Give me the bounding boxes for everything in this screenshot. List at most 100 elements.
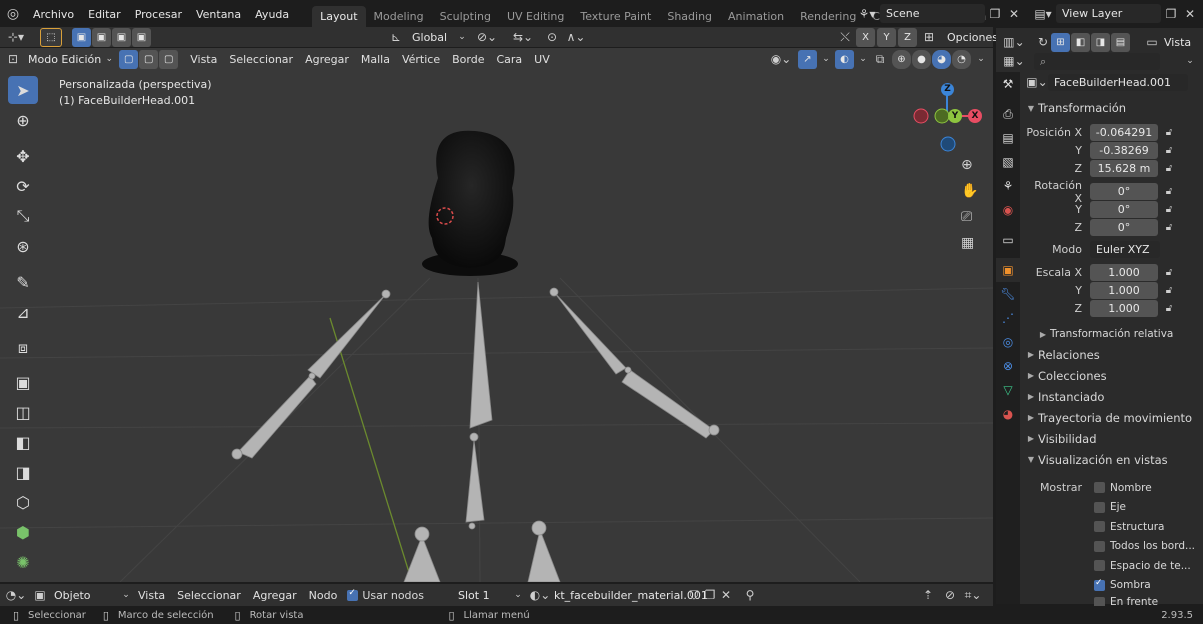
- modifier-tab-icon[interactable]: 🔧︎: [996, 282, 1020, 306]
- lock-icon[interactable]: 🔓︎: [1162, 285, 1176, 296]
- layout-2-icon[interactable]: ◧: [1071, 32, 1090, 52]
- menu-cara[interactable]: Cara: [490, 53, 528, 66]
- auto-merge-icon[interactable]: ⊞: [919, 30, 939, 44]
- material-name-field[interactable]: kt_facebuilder_material.001: [552, 586, 708, 605]
- rendered-shading-icon[interactable]: ◔: [952, 49, 971, 69]
- chevron-down-icon[interactable]: ⌄: [858, 54, 868, 64]
- vertex-select-icon[interactable]: ▢: [119, 49, 139, 69]
- lock-icon[interactable]: 🔓︎: [1162, 303, 1176, 314]
- knife-tool-icon[interactable]: ⬡: [8, 488, 38, 516]
- face-select-icon[interactable]: ▢: [159, 49, 179, 69]
- mirror-z-button[interactable]: Z: [898, 27, 917, 47]
- tab-animation[interactable]: Animation: [720, 6, 792, 28]
- shield-icon[interactable]: ⛉: [686, 588, 702, 603]
- pivot-point-icon[interactable]: ⊘⌄: [470, 30, 504, 44]
- object-tab-icon[interactable]: ▣: [996, 258, 1020, 282]
- material-browse-icon[interactable]: ◐⌄: [528, 588, 552, 602]
- chevron-down-icon[interactable]: ⌄: [103, 54, 115, 64]
- chevron-down-icon[interactable]: ⌄: [975, 54, 987, 64]
- panel-relaciones[interactable]: ▶ Relaciones: [1024, 344, 1200, 365]
- snap-icon[interactable]: ⇆⌄: [506, 30, 540, 44]
- select-new-icon[interactable]: ▣: [72, 27, 91, 47]
- snap-target-icon[interactable]: ⌗⌄: [960, 588, 986, 603]
- scene-name-field[interactable]: Scene: [880, 4, 985, 23]
- wireframe-shading-icon[interactable]: ⊕: [892, 49, 911, 69]
- pan-hand-icon[interactable]: ✋: [961, 178, 978, 204]
- menu-uv[interactable]: UV: [528, 53, 556, 66]
- lock-icon[interactable]: 🔓︎: [1162, 145, 1176, 156]
- texture-space-checkbox[interactable]: [1094, 560, 1105, 572]
- falloff-icon[interactable]: ∧⌄: [564, 30, 588, 44]
- panel-trayectoria[interactable]: ▶ Trayectoria de movimiento: [1024, 407, 1200, 428]
- snap-toggle-icon[interactable]: ⊘: [940, 588, 960, 602]
- scale-y-field[interactable]: 1.000: [1090, 282, 1158, 299]
- select-subtract-icon[interactable]: ▣: [112, 27, 131, 47]
- close-scene-icon[interactable]: ✕: [1005, 7, 1023, 21]
- add-cube-tool-icon[interactable]: ⧈: [8, 334, 38, 362]
- location-z-field[interactable]: 15.628 m: [1090, 160, 1158, 177]
- all-edges-checkbox[interactable]: [1094, 540, 1105, 552]
- panel-visibilidad[interactable]: ▶ Visibilidad: [1024, 428, 1200, 449]
- shader-menu-agregar[interactable]: Agregar: [247, 589, 303, 602]
- poly-build-tool-icon[interactable]: ⬢: [8, 518, 38, 546]
- lock-icon[interactable]: 🔓︎: [1162, 127, 1176, 138]
- scene-tab-icon[interactable]: ⚘: [996, 174, 1020, 198]
- lock-icon[interactable]: 🔓︎: [1162, 163, 1176, 174]
- gizmo-x-axis[interactable]: X: [968, 109, 982, 123]
- mirror-x-button[interactable]: X: [856, 27, 875, 47]
- facebuilder-head-mesh[interactable]: [428, 130, 515, 268]
- use-nodes-checkbox[interactable]: ✓: [347, 588, 359, 601]
- view-layer-field[interactable]: View Layer: [1056, 4, 1161, 23]
- menu-borde[interactable]: Borde: [446, 53, 490, 66]
- output-tab-icon[interactable]: ▤: [996, 126, 1020, 150]
- material-tab-icon[interactable]: ◕: [996, 402, 1020, 426]
- object-shader-icon[interactable]: ▣: [32, 588, 48, 602]
- scene-icon[interactable]: ⚘▾: [854, 7, 880, 21]
- menu-vista[interactable]: Vista: [184, 53, 223, 66]
- chevron-down-icon[interactable]: ⌄: [120, 590, 132, 600]
- outliner-icon[interactable]: ↻: [1036, 35, 1050, 49]
- menu-vertice[interactable]: Vértice: [396, 53, 446, 66]
- select-tweak-icon[interactable]: ⬚: [40, 27, 62, 47]
- lock-icon[interactable]: 🔓︎: [1162, 186, 1176, 197]
- panel-instanciado[interactable]: ▶ Instanciado: [1024, 386, 1200, 407]
- options-dropdown[interactable]: Opciones: [941, 28, 1004, 47]
- xray-toggle-icon[interactable]: ⧉: [872, 52, 888, 67]
- mirror-y-button[interactable]: Y: [877, 27, 896, 47]
- chevron-down-icon[interactable]: ⌄: [1180, 56, 1200, 66]
- menu-agregar[interactable]: Agregar: [299, 53, 355, 66]
- tab-layout[interactable]: Layout: [312, 6, 366, 28]
- rotation-z-field[interactable]: 0°: [1090, 219, 1158, 236]
- menu-archivo[interactable]: Archivo: [26, 8, 81, 21]
- duplicate-icon[interactable]: ❐: [702, 588, 718, 602]
- select-extend-icon[interactable]: ▣: [92, 27, 111, 47]
- chevron-down-icon[interactable]: ⌄: [512, 590, 524, 600]
- shadow-checkbox[interactable]: ✓: [1094, 578, 1105, 591]
- transform-orientation-field[interactable]: Global: [406, 28, 454, 47]
- menu-procesar[interactable]: Procesar: [128, 8, 189, 21]
- gizmo-toggle-icon[interactable]: ↗: [798, 49, 817, 69]
- gizmo-y-axis[interactable]: Y: [948, 109, 962, 123]
- location-x-field[interactable]: -0.064291: [1090, 124, 1158, 141]
- object-type-icon[interactable]: ▣⌄: [1026, 75, 1048, 89]
- menu-vista-right[interactable]: Vista: [1160, 36, 1195, 49]
- shader-menu-nodo[interactable]: Nodo: [303, 589, 344, 602]
- view-layer-icon[interactable]: ▤▾: [1030, 7, 1056, 21]
- slot-dropdown[interactable]: Slot 1: [452, 586, 512, 605]
- spin-tool-icon[interactable]: ✺: [8, 548, 38, 576]
- transform-tool-icon[interactable]: ⊛: [8, 232, 38, 260]
- particles-tab-icon[interactable]: ⋰: [996, 306, 1020, 330]
- close-view-layer-icon[interactable]: ✕: [1181, 7, 1199, 21]
- cursor-tool-icon[interactable]: ⊕: [8, 106, 38, 134]
- properties-search-input[interactable]: ⌕: [1034, 52, 1160, 70]
- scale-tool-icon[interactable]: ⤡: [8, 202, 38, 230]
- armature[interactable]: [231, 281, 720, 582]
- scale-z-field[interactable]: 1.000: [1090, 300, 1158, 317]
- menu-ayuda[interactable]: Ayuda: [248, 8, 296, 21]
- shader-type-dropdown[interactable]: Objeto: [48, 586, 120, 605]
- lock-icon[interactable]: 🔓︎: [1162, 267, 1176, 278]
- lock-icon[interactable]: 🔓︎: [1162, 204, 1176, 215]
- render-tab-icon[interactable]: ⎙: [996, 102, 1020, 126]
- collection-tab-icon[interactable]: ▭: [996, 228, 1020, 252]
- menu-seleccionar[interactable]: Seleccionar: [223, 53, 299, 66]
